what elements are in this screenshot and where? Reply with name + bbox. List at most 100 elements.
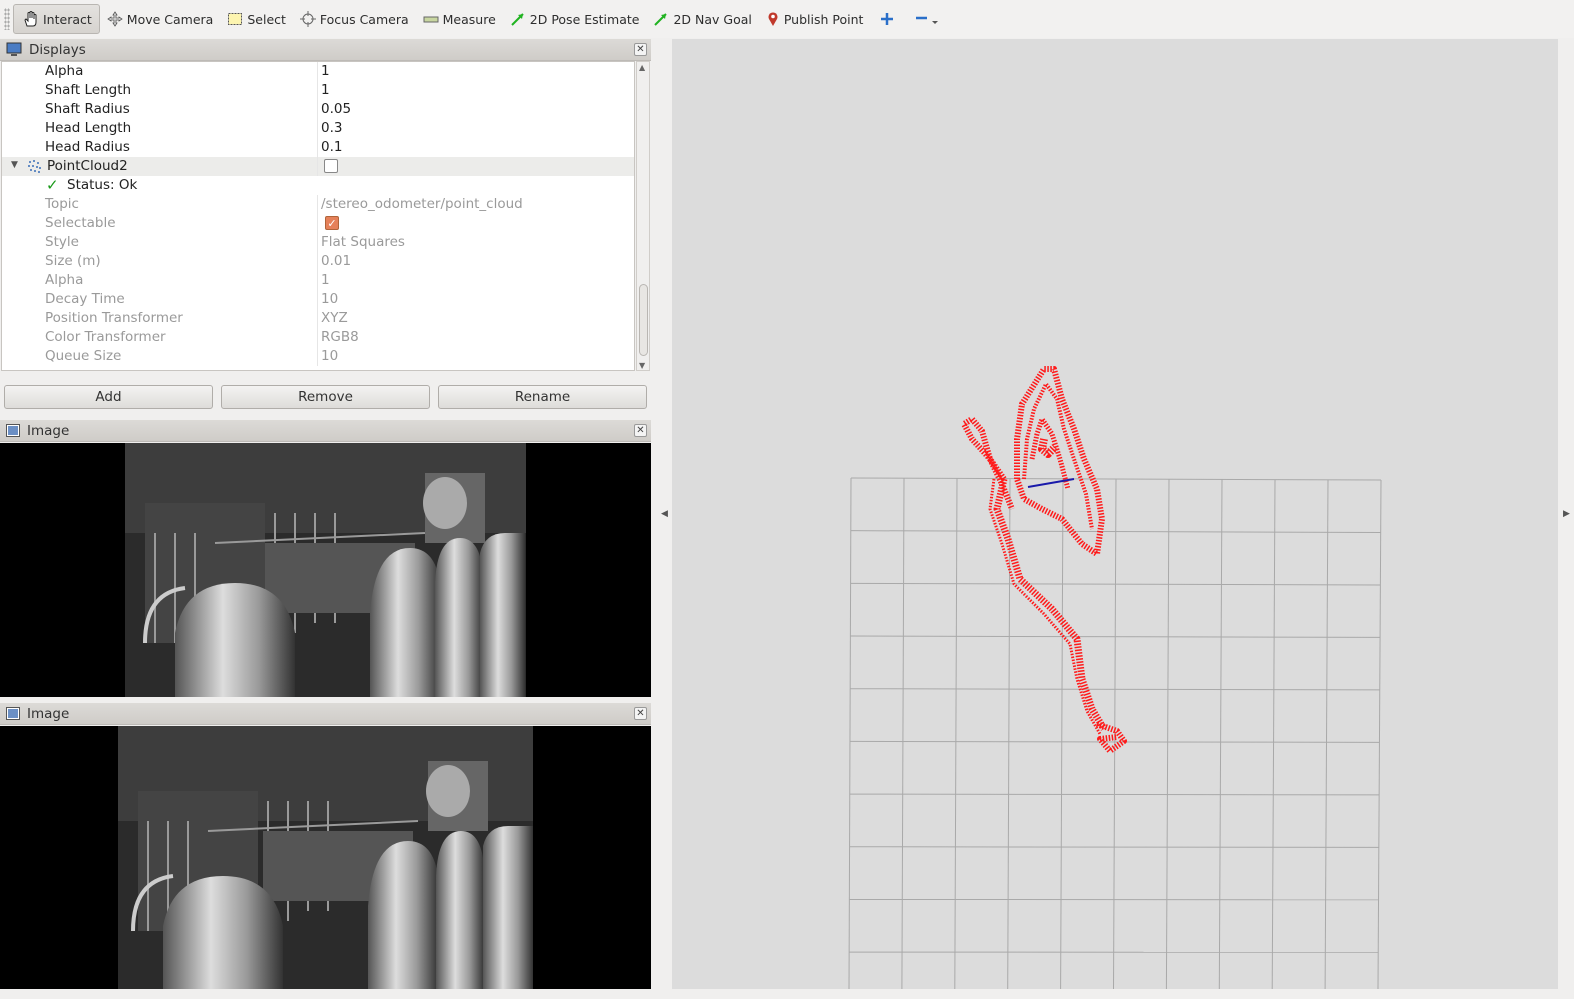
checkmark-icon: ✓ xyxy=(46,176,59,194)
collapse-right-icon[interactable]: ▶ xyxy=(1563,509,1570,519)
property-name: Size (m) xyxy=(45,253,101,269)
property-name: Head Length xyxy=(45,120,132,136)
display-name: PointCloud2 xyxy=(47,158,128,174)
scene-canvas[interactable] xyxy=(672,39,1558,990)
property-name: Color Transformer xyxy=(45,329,166,345)
property-value[interactable]: 10 xyxy=(321,348,338,364)
image-icon xyxy=(6,424,20,437)
close-panel-button[interactable]: ✕ xyxy=(634,424,647,437)
status-text: Status: Ok xyxy=(67,177,138,193)
property-row[interactable]: Shaft Radius 0.05 xyxy=(2,100,634,119)
render-3d-view[interactable] xyxy=(672,39,1558,990)
panel-title: Image xyxy=(27,705,70,722)
tool-focus-camera[interactable]: Focus Camera xyxy=(293,4,416,34)
displays-tree: Alpha 1 Shaft Length 1 Shaft Radius 0.05 He… xyxy=(1,61,635,371)
tool-label: Focus Camera xyxy=(319,11,409,27)
point-cloud-trajectory xyxy=(961,366,1127,754)
tool-2d-nav-goal[interactable]: 2D Nav Goal xyxy=(646,4,758,34)
property-name: Topic xyxy=(45,196,79,212)
property-value[interactable]: RGB8 xyxy=(321,329,359,345)
scroll-down-icon[interactable]: ▼ xyxy=(639,361,645,370)
property-row[interactable]: Queue Size 10 xyxy=(2,347,634,366)
close-panel-button[interactable]: ✕ xyxy=(634,43,647,56)
property-name: Shaft Length xyxy=(45,82,132,98)
property-row[interactable]: Color Transformer RGB8 xyxy=(2,328,634,347)
image-icon xyxy=(6,707,20,720)
property-row[interactable]: Size (m) 0.01 xyxy=(2,252,634,271)
selectable-checkbox[interactable]: ✓ xyxy=(325,216,339,230)
property-value[interactable]: 1 xyxy=(321,272,330,288)
rename-button[interactable]: Rename xyxy=(438,385,647,409)
property-name: Queue Size xyxy=(45,348,122,364)
collapse-triangle-icon[interactable]: ▼ xyxy=(11,160,18,170)
property-name: Alpha xyxy=(45,272,84,288)
tool-label: Publish Point xyxy=(783,11,864,27)
property-value[interactable]: 10 xyxy=(321,291,338,307)
property-name: Position Transformer xyxy=(45,310,183,326)
property-name: Shaft Radius xyxy=(45,101,130,117)
crosshair-icon xyxy=(299,11,316,27)
property-value[interactable]: /stereo_odometer/point_cloud xyxy=(321,196,523,212)
property-row[interactable]: Head Length 0.3 xyxy=(2,119,634,138)
pointcloud-icon xyxy=(28,160,41,173)
property-value[interactable]: XYZ xyxy=(321,310,348,326)
tool-move-camera[interactable]: Move Camera xyxy=(100,4,221,34)
map-pin-icon xyxy=(768,12,778,26)
hand-icon xyxy=(24,11,37,27)
property-row[interactable]: Decay Time 10 xyxy=(2,290,634,309)
panel-title: Displays xyxy=(29,41,86,58)
tool-measure[interactable]: Measure xyxy=(416,4,503,34)
tool-interact[interactable]: Interact xyxy=(13,4,100,34)
display-item-pointcloud2[interactable]: ▼ PointCloud2 xyxy=(2,157,634,176)
scroll-thumb[interactable] xyxy=(639,284,648,356)
tool-label: Interact xyxy=(43,11,92,27)
toolbar-grip[interactable] xyxy=(4,8,10,30)
property-value[interactable]: 0.1 xyxy=(321,139,342,155)
scroll-up-icon[interactable]: ▲ xyxy=(639,63,645,72)
property-value[interactable]: Flat Squares xyxy=(321,234,405,250)
minus-icon xyxy=(916,16,939,24)
panel-title: Image xyxy=(27,422,70,439)
image-panel-header: Image ✕ xyxy=(0,420,651,442)
property-value[interactable]: 0.3 xyxy=(321,120,342,136)
toolbar: Interact Move Camera Select Focus Camera… xyxy=(0,0,1574,38)
property-value[interactable]: 1 xyxy=(321,63,330,79)
image-panel-header: Image ✕ xyxy=(0,703,651,725)
monitor-icon xyxy=(6,42,22,56)
tool-select[interactable]: Select xyxy=(220,4,293,34)
tool-publish-point[interactable]: Publish Point xyxy=(759,4,871,34)
property-name: Selectable xyxy=(45,215,116,231)
camera-image xyxy=(118,726,533,989)
plus-icon xyxy=(881,13,894,25)
camera-image-view xyxy=(0,443,651,697)
add-button[interactable]: Add xyxy=(4,385,213,409)
property-value[interactable]: 1 xyxy=(321,82,330,98)
property-name: Decay Time xyxy=(45,291,125,307)
add-tool-button[interactable] xyxy=(870,4,904,34)
camera-image xyxy=(125,443,526,697)
odometry-pose-line xyxy=(1027,478,1075,488)
property-value[interactable]: 0.05 xyxy=(321,101,351,117)
property-name: Alpha xyxy=(45,63,84,79)
close-panel-button[interactable]: ✕ xyxy=(634,707,647,720)
property-row[interactable]: Head Radius 0.1 xyxy=(2,138,634,157)
status-row[interactable]: ✓ Status: Ok xyxy=(2,176,634,195)
collapse-left-icon[interactable]: ◀ xyxy=(661,509,668,519)
property-row[interactable]: Shaft Length 1 xyxy=(2,81,634,100)
property-row[interactable]: Style Flat Squares xyxy=(2,233,634,252)
property-value[interactable]: 0.01 xyxy=(321,253,351,269)
property-row[interactable]: Alpha 1 xyxy=(2,62,634,81)
property-row[interactable]: Topic/stereo_odometer/point_cloud xyxy=(2,195,634,214)
property-row[interactable]: Alpha 1 xyxy=(2,271,634,290)
property-row[interactable]: Position Transformer XYZ xyxy=(2,309,634,328)
tool-label: Select xyxy=(247,11,286,27)
remove-tool-button[interactable] xyxy=(904,4,950,34)
tool-label: 2D Nav Goal xyxy=(673,11,752,27)
property-name: Head Radius xyxy=(45,139,130,155)
property-row[interactable]: Selectable ✓ xyxy=(2,214,634,233)
remove-button[interactable]: Remove xyxy=(221,385,430,409)
displays-scrollbar[interactable]: ▲ ▼ xyxy=(636,61,650,371)
green-arrow-icon xyxy=(511,13,524,26)
enable-checkbox[interactable] xyxy=(324,159,338,173)
tool-2d-pose-estimate[interactable]: 2D Pose Estimate xyxy=(503,4,647,34)
